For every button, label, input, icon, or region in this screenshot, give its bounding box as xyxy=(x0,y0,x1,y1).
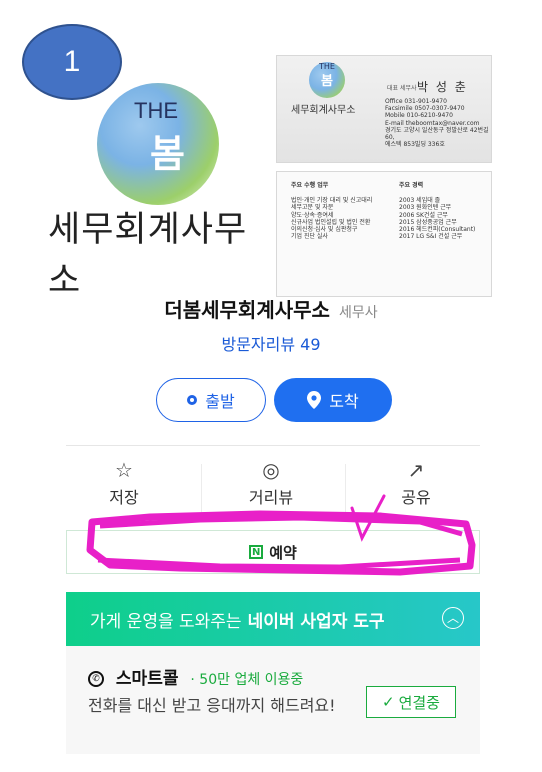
share-icon: ↗ xyxy=(407,458,425,482)
card-service-item: 기업 진단 실사 xyxy=(291,233,328,241)
card-career-head: 주요 경력 xyxy=(399,182,424,189)
card-career-item: 2017 LG S&I 건설 근무 xyxy=(399,233,463,241)
smartcall-description: 전화를 대신 받고 응대까지 해드려요! xyxy=(88,696,336,715)
place-name: 더봄세무회계사무소 xyxy=(164,298,330,322)
mini-logo-bom: 봄 xyxy=(321,74,333,89)
smartcall-card: ✆ 스마트콜 · 50만 업체 이용중 전화를 대신 받고 응대까지 해드려요!… xyxy=(66,646,480,754)
place-photo-banner[interactable]: THE 봄 세무회계사무소 THE 봄 세무회계사무소 대표 세무사 박 성 춘… xyxy=(46,53,492,301)
location-pin-icon xyxy=(307,391,322,409)
share-button[interactable]: ↗ 공유 xyxy=(356,458,476,508)
street-view-button[interactable]: ◎ 거리뷰 xyxy=(211,458,331,508)
logo-office-text: 세무회계사무소 xyxy=(48,210,248,301)
visitor-review-link[interactable]: 방문자리뷰 49 xyxy=(0,331,542,355)
place-title: 더봄세무회계사무소 세무사 xyxy=(0,294,542,323)
card-service-item: 세무고문 및 자문 xyxy=(291,204,334,212)
depart-dot-icon xyxy=(187,395,198,405)
divider xyxy=(66,445,480,446)
phone-icon: ✆ xyxy=(88,671,104,687)
depart-label: 출발 xyxy=(205,392,235,411)
arrive-button[interactable]: 도착 xyxy=(274,378,392,422)
street-view-icon: ◎ xyxy=(262,458,280,482)
save-button[interactable]: ☆ 저장 xyxy=(64,458,184,508)
naver-booking-icon: N xyxy=(249,545,264,559)
divider xyxy=(345,464,346,516)
chevron-up-icon[interactable]: ︿ xyxy=(442,607,464,629)
card-services-head: 주요 수행 업무 xyxy=(291,182,329,189)
divider xyxy=(201,464,202,516)
smartcall-name: 스마트콜 xyxy=(115,669,179,689)
street-view-label: 거리뷰 xyxy=(248,488,294,507)
card-rep-label: 대표 세무사 xyxy=(387,85,417,92)
card-line: Mobile 010-6210-9470 xyxy=(385,112,453,120)
smartcall-usage: · 50만 업체 이용중 xyxy=(190,672,304,688)
place-category: 세무사 xyxy=(339,305,378,321)
step-number-badge: 1 xyxy=(22,24,122,100)
check-icon: ✓ xyxy=(382,693,395,711)
card-career-column: 주요 경력 2003 세입대 졸 2003 원화인텐 근무 2006 SK건설 … xyxy=(399,182,475,240)
depart-button[interactable]: 출발 xyxy=(156,378,266,422)
tools-name: 네이버 사업자 도구 xyxy=(247,611,385,632)
save-label: 저장 xyxy=(109,488,139,507)
card-contact-lines: Office 031-901-9470 Facsimile 0507-0307-… xyxy=(385,98,491,148)
star-icon: ☆ xyxy=(115,458,133,482)
arrive-label: 도착 xyxy=(329,392,359,411)
card-career-item: 2006 SK건설 근무 xyxy=(399,211,448,219)
connect-label: 연결중 xyxy=(398,693,440,712)
business-card-front: THE 봄 세무회계사무소 대표 세무사 박 성 춘 Office 031-90… xyxy=(276,55,492,163)
connect-button[interactable]: ✓ 연결중 xyxy=(366,686,456,718)
tools-prefix: 가게 운영을 도와주는 xyxy=(90,611,242,632)
business-card-back: 주요 수행 업무 법인·개인 기장 대리 및 신고대리 세무고문 및 자문 양도… xyxy=(276,171,492,297)
card-service-item: 신규사업 법인설립 및 법인 전환 xyxy=(291,218,371,226)
share-label: 공유 xyxy=(401,488,431,507)
card-services-column: 주요 수행 업무 법인·개인 기장 대리 및 신고대리 세무고문 및 자문 양도… xyxy=(291,182,372,240)
card-line: Facsimile 0507-0307-9470 xyxy=(385,105,465,113)
smartcall-title: ✆ 스마트콜 · 50만 업체 이용중 xyxy=(88,664,303,689)
logo-the-text: THE xyxy=(134,98,178,123)
card-office-name: 세무회계사무소 xyxy=(291,105,356,116)
card-line: 경기도 고양시 일산동구 정발산로 42번길 60, xyxy=(385,126,489,142)
reservation-button[interactable]: N 예약 xyxy=(66,530,480,574)
card-person-name: 박 성 춘 xyxy=(417,80,468,94)
business-tools-banner[interactable]: 가게 운영을 도와주는 네이버 사업자 도구 ︿ xyxy=(66,592,480,646)
card-line: E-mail theboomtax@naver.com xyxy=(385,119,480,127)
card-line: 에스텍 853빌딩 336호 xyxy=(385,141,445,149)
reservation-label: 예약 xyxy=(269,543,297,562)
card-service-item: 양도·상속·증여세 xyxy=(291,211,334,219)
card-career-item: 2003 원화인텐 근무 xyxy=(399,204,452,212)
card-career-item: 2015 삼성중공업 근무 xyxy=(399,218,457,226)
logo-bom-text: 봄 xyxy=(150,131,185,176)
card-line: Office 031-901-9470 xyxy=(385,98,447,105)
